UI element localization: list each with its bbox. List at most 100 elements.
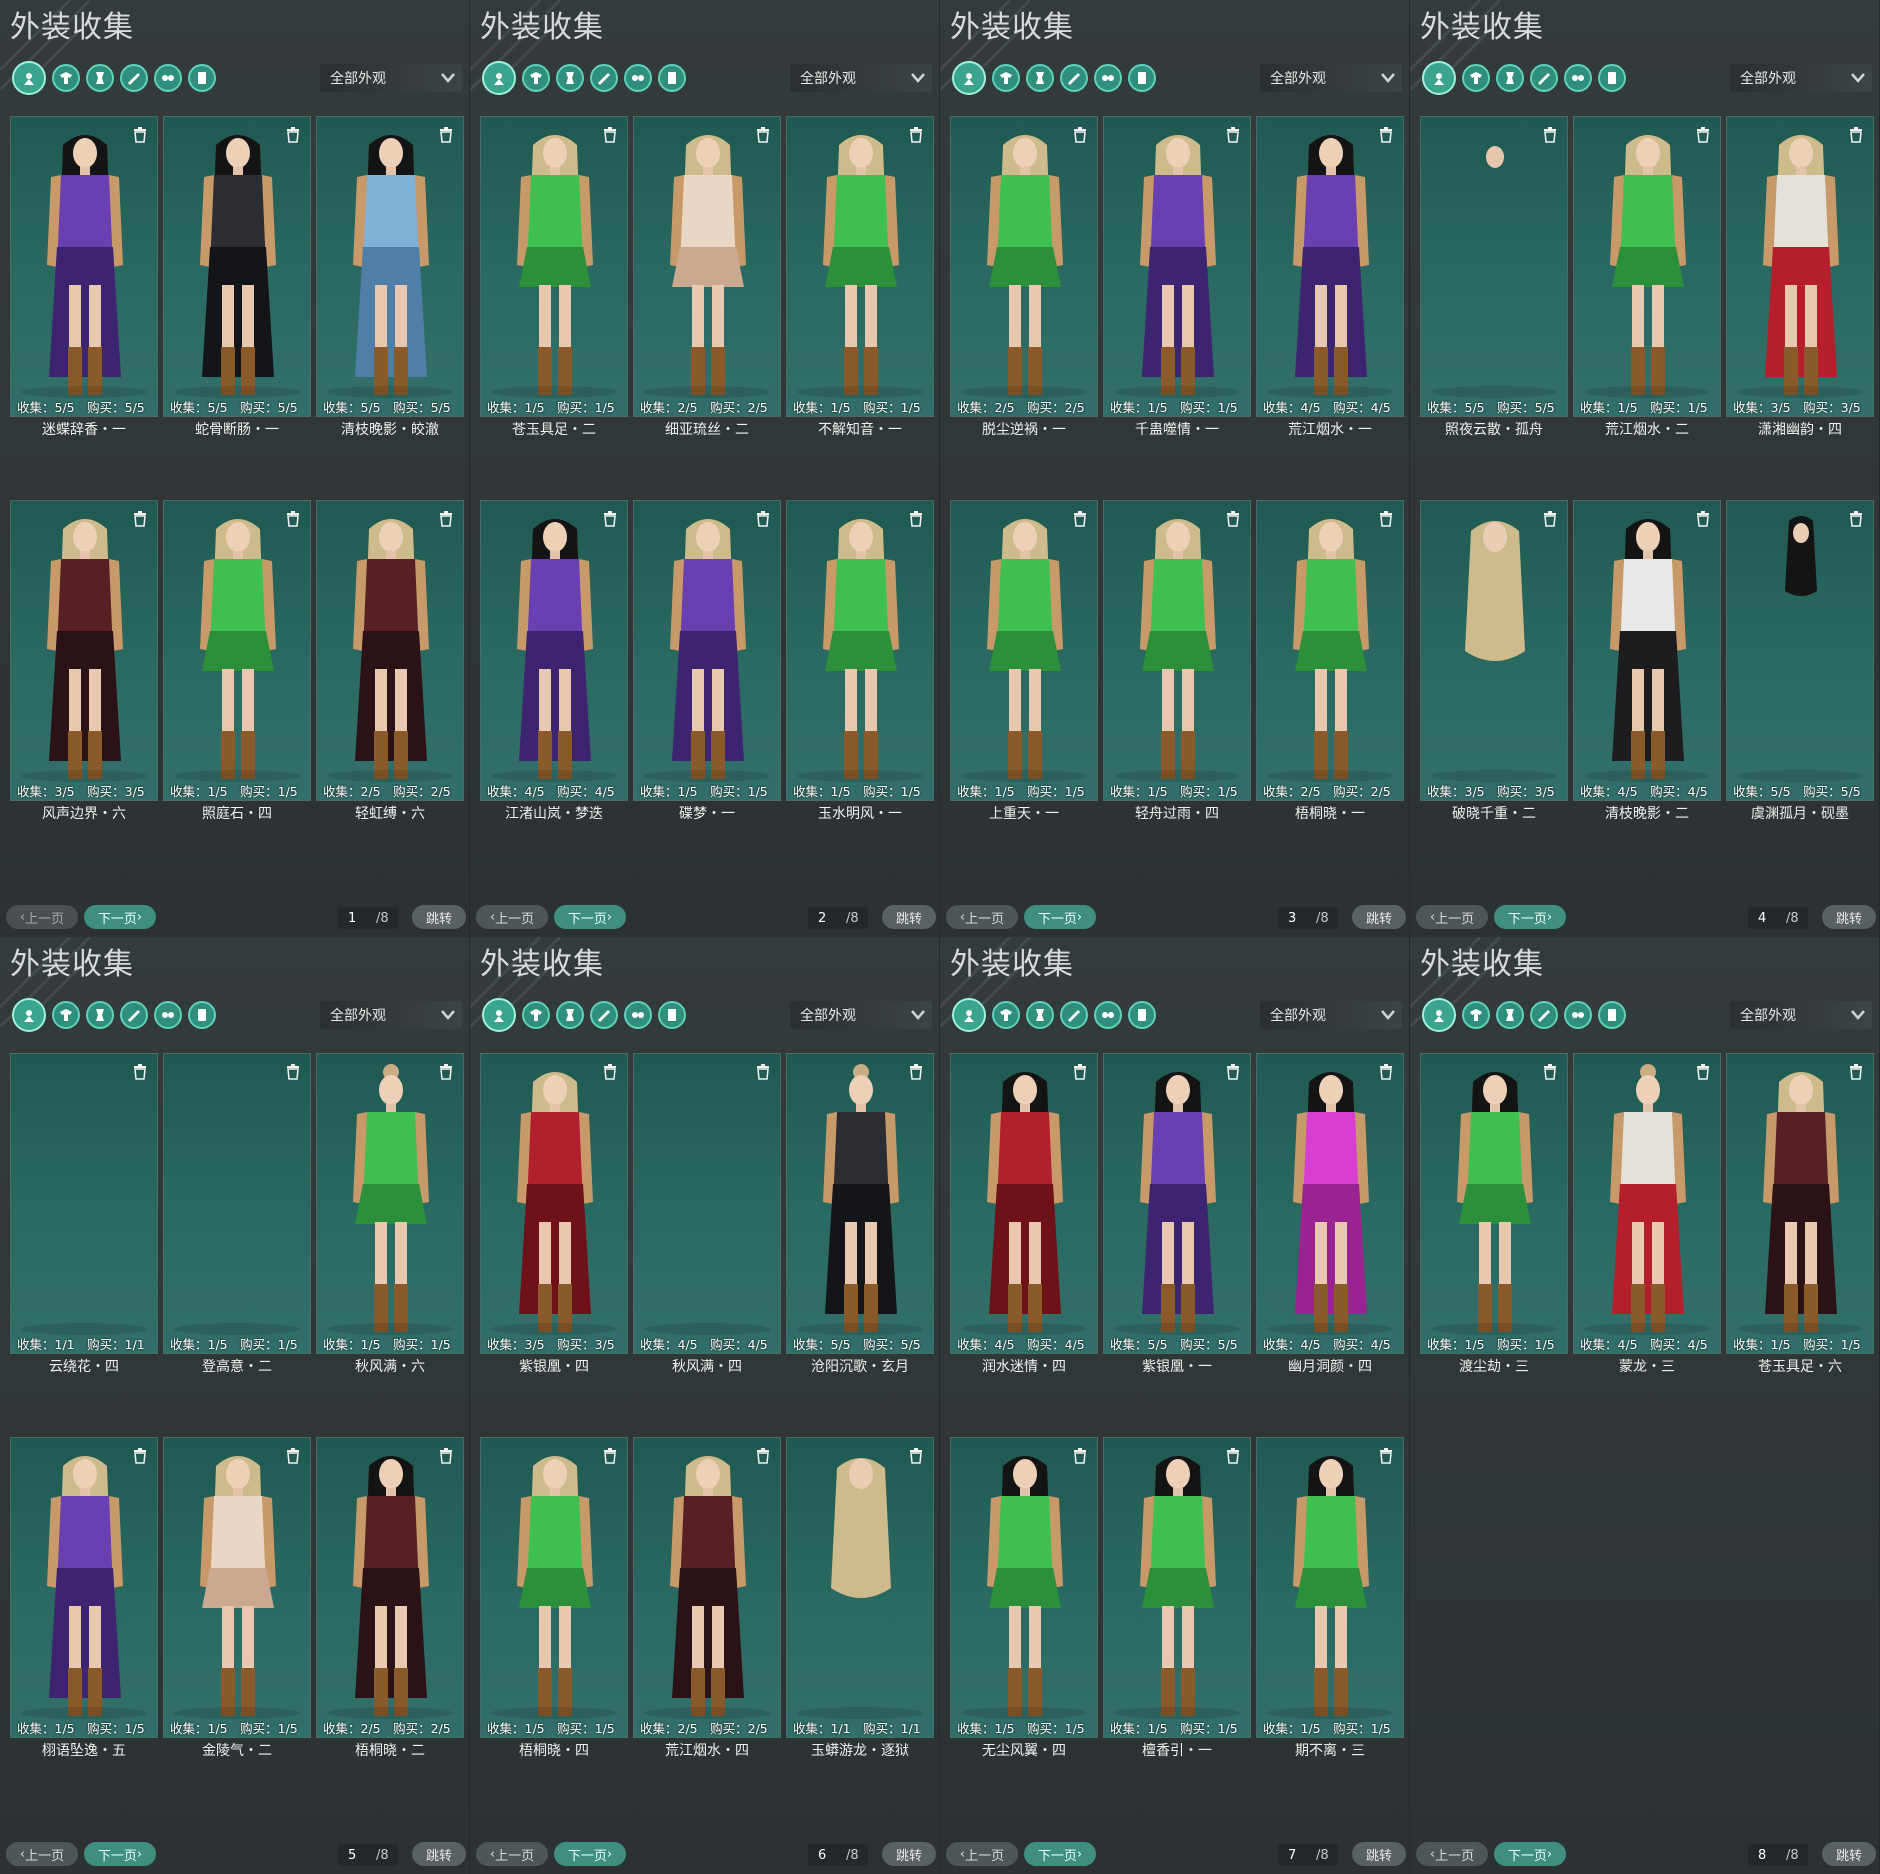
outfit-card[interactable]: 收集：1/5 购买：1/5 登高意・二 [163, 1053, 311, 1375]
outfit-card[interactable]: 收集：2/5 购买：2/5 脱尘逆祸・一 [950, 116, 1098, 438]
trash-icon[interactable] [1849, 127, 1863, 143]
category-tab-2[interactable] [86, 64, 114, 92]
category-tab-0[interactable] [12, 61, 46, 95]
outfit-card[interactable]: 收集：1/5 购买：1/5 玉水明风・一 [786, 500, 934, 822]
jump-button[interactable]: 跳转 [1822, 905, 1876, 929]
category-tab-1[interactable] [522, 1001, 550, 1029]
trash-icon[interactable] [1849, 1064, 1863, 1080]
category-tab-4[interactable] [1094, 1001, 1122, 1029]
category-tab-0[interactable] [12, 998, 46, 1032]
trash-icon[interactable] [1073, 1064, 1087, 1080]
outfit-card[interactable]: 收集：1/5 购买：1/5 千蛊噬情・一 [1103, 116, 1251, 438]
outfit-card[interactable]: 收集：4/5 购买：4/5 蒙龙・三 [1573, 1053, 1721, 1375]
category-tab-5[interactable] [188, 1001, 216, 1029]
category-tab-4[interactable] [1564, 64, 1592, 92]
trash-icon[interactable] [286, 511, 300, 527]
category-tab-0[interactable] [952, 61, 986, 95]
trash-icon[interactable] [439, 127, 453, 143]
trash-icon[interactable] [756, 511, 770, 527]
category-tab-5[interactable] [188, 64, 216, 92]
filter-dropdown[interactable]: 全部外观 [320, 64, 462, 92]
page-number-field[interactable]: 6/8 [808, 1844, 868, 1866]
outfit-card[interactable]: 收集：1/5 购买：1/5 苍玉具足・六 [1726, 1053, 1874, 1375]
next-page-button[interactable]: 下一页 › [84, 1842, 156, 1866]
outfit-card[interactable]: 收集：1/5 购买：1/5 不解知音・一 [786, 116, 934, 438]
outfit-card[interactable]: 收集：5/5 购买：5/5 清枝晚影・皎澈 [316, 116, 464, 438]
outfit-card[interactable]: 收集：3/5 购买：3/5 破晓千重・二 [1420, 500, 1568, 822]
outfit-card[interactable]: 收集：1/5 购买：1/5 渡尘劫・三 [1420, 1053, 1568, 1375]
trash-icon[interactable] [286, 1064, 300, 1080]
trash-icon[interactable] [756, 1448, 770, 1464]
category-tab-1[interactable] [992, 1001, 1020, 1029]
page-number-field[interactable]: 4/8 [1748, 907, 1808, 929]
next-page-button[interactable]: 下一页 › [1494, 1842, 1566, 1866]
trash-icon[interactable] [603, 1448, 617, 1464]
outfit-card[interactable]: 收集：1/5 购买：1/5 梧桐晓・四 [480, 1437, 628, 1759]
category-tab-1[interactable] [1462, 1001, 1490, 1029]
category-tab-2[interactable] [556, 1001, 584, 1029]
outfit-card[interactable]: 收集：1/5 购买：1/5 碟梦・一 [633, 500, 781, 822]
category-tab-2[interactable] [1496, 64, 1524, 92]
category-tab-0[interactable] [1422, 61, 1456, 95]
trash-icon[interactable] [909, 1448, 923, 1464]
category-tab-1[interactable] [52, 64, 80, 92]
outfit-card[interactable]: 收集：2/5 购买：2/5 梧桐晓・二 [316, 1437, 464, 1759]
trash-icon[interactable] [909, 1064, 923, 1080]
outfit-card[interactable]: 收集：1/5 购买：1/5 照庭石・四 [163, 500, 311, 822]
trash-icon[interactable] [1379, 1064, 1393, 1080]
outfit-card[interactable]: 收集：1/1 购买：1/1 玉蟒游龙・逐狱 [786, 1437, 934, 1759]
outfit-card[interactable]: 收集：1/5 购买：1/5 秋风满・六 [316, 1053, 464, 1375]
category-tab-0[interactable] [482, 61, 516, 95]
category-tab-4[interactable] [154, 1001, 182, 1029]
trash-icon[interactable] [1379, 1448, 1393, 1464]
filter-dropdown[interactable]: 全部外观 [1260, 64, 1402, 92]
trash-icon[interactable] [1696, 511, 1710, 527]
outfit-card[interactable]: 收集：4/5 购买：4/5 幽月洞颜・四 [1256, 1053, 1404, 1375]
filter-dropdown[interactable]: 全部外观 [790, 1001, 932, 1029]
trash-icon[interactable] [133, 1448, 147, 1464]
trash-icon[interactable] [603, 511, 617, 527]
next-page-button[interactable]: 下一页 › [1494, 905, 1566, 929]
page-number-field[interactable]: 5/8 [338, 1844, 398, 1866]
outfit-card[interactable]: 收集：2/5 购买：2/5 轻虹缚・六 [316, 500, 464, 822]
outfit-card[interactable]: 收集：1/5 购买：1/5 栩语坠逸・五 [10, 1437, 158, 1759]
trash-icon[interactable] [1849, 511, 1863, 527]
trash-icon[interactable] [286, 1448, 300, 1464]
trash-icon[interactable] [756, 1064, 770, 1080]
next-page-button[interactable]: 下一页 › [1024, 905, 1096, 929]
trash-icon[interactable] [1379, 127, 1393, 143]
outfit-card[interactable]: 收集：4/5 购买：4/5 荒江烟水・一 [1256, 116, 1404, 438]
category-tab-2[interactable] [1026, 64, 1054, 92]
trash-icon[interactable] [756, 127, 770, 143]
trash-icon[interactable] [1226, 511, 1240, 527]
category-tab-0[interactable] [1422, 998, 1456, 1032]
jump-button[interactable]: 跳转 [1352, 1842, 1406, 1866]
prev-page-button[interactable]: ‹ 上一页 [1416, 1842, 1488, 1866]
outfit-card[interactable]: 收集：1/5 购买：1/5 金陵气・二 [163, 1437, 311, 1759]
page-number-field[interactable]: 2/8 [808, 907, 868, 929]
jump-button[interactable]: 跳转 [1822, 1842, 1876, 1866]
trash-icon[interactable] [439, 1064, 453, 1080]
prev-page-button[interactable]: ‹ 上一页 [946, 1842, 1018, 1866]
outfit-card[interactable]: 收集：5/5 购买：5/5 迷蝶辞香・一 [10, 116, 158, 438]
category-tab-4[interactable] [624, 64, 652, 92]
filter-dropdown[interactable]: 全部外观 [790, 64, 932, 92]
category-tab-2[interactable] [86, 1001, 114, 1029]
prev-page-button[interactable]: ‹ 上一页 [946, 905, 1018, 929]
category-tab-0[interactable] [482, 998, 516, 1032]
trash-icon[interactable] [1543, 511, 1557, 527]
next-page-button[interactable]: 下一页 › [84, 905, 156, 929]
filter-dropdown[interactable]: 全部外观 [1730, 1001, 1872, 1029]
trash-icon[interactable] [1226, 1064, 1240, 1080]
trash-icon[interactable] [603, 127, 617, 143]
category-tab-1[interactable] [522, 64, 550, 92]
category-tab-4[interactable] [624, 1001, 652, 1029]
jump-button[interactable]: 跳转 [412, 905, 466, 929]
outfit-card[interactable]: 收集：1/5 购买：1/5 苍玉具足・二 [480, 116, 628, 438]
category-tab-3[interactable] [120, 64, 148, 92]
page-number-field[interactable]: 7/8 [1278, 1844, 1338, 1866]
category-tab-4[interactable] [1564, 1001, 1592, 1029]
category-tab-4[interactable] [1094, 64, 1122, 92]
outfit-card[interactable]: 收集：3/5 购买：3/5 风声边界・六 [10, 500, 158, 822]
outfit-card[interactable]: 收集：1/5 购买：1/5 轻舟过雨・四 [1103, 500, 1251, 822]
